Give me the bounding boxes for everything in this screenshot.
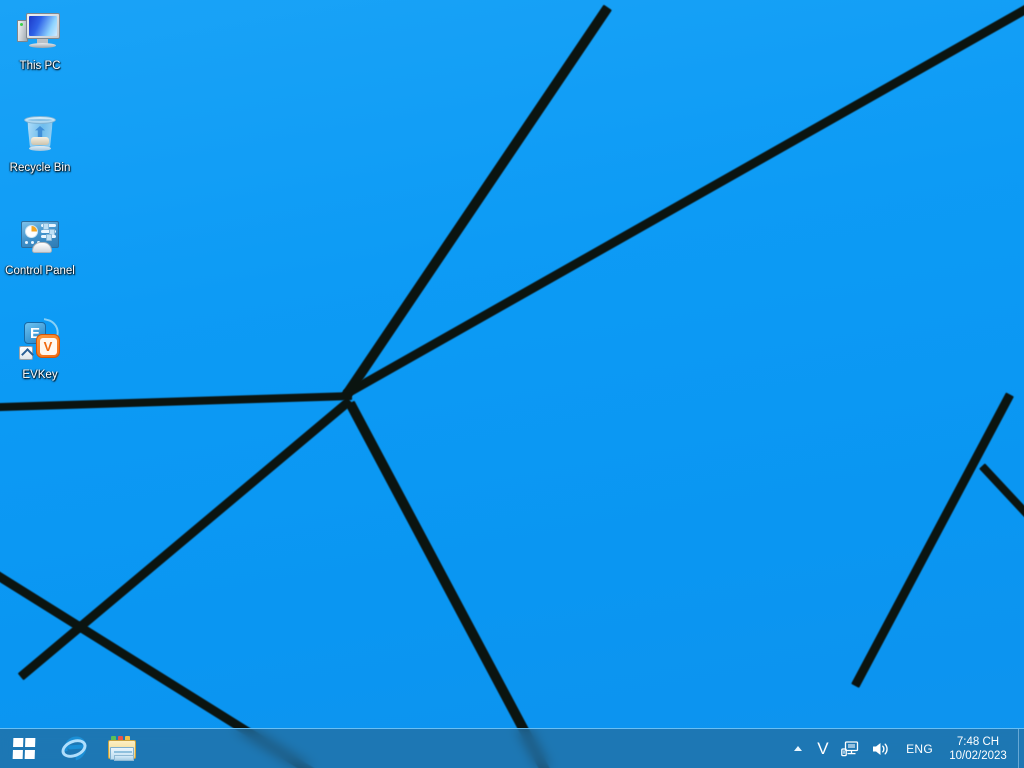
clock-date: 10/02/2023	[949, 749, 1007, 762]
wallpaper-image	[0, 0, 1024, 768]
evkey-shortcut-icon: E V	[16, 317, 64, 365]
tray-icon-volume[interactable]	[865, 729, 897, 768]
show-hidden-icons-button[interactable]	[784, 729, 811, 768]
chevron-up-icon	[794, 746, 803, 751]
file-explorer-icon	[107, 735, 137, 762]
desktop-icon-control-panel[interactable]: Control Panel	[0, 213, 80, 278]
desktop-icon-label: EVKey	[22, 369, 58, 381]
tray-icon-evkey[interactable]: V	[811, 729, 835, 768]
language-indicator[interactable]: ENG	[897, 742, 942, 756]
network-icon	[841, 740, 859, 756]
show-desktop-button[interactable]	[1018, 728, 1024, 768]
taskbar: V ENG 7:48 CH 10/02/2023	[0, 728, 1024, 768]
desktop-icon-label: Control Panel	[5, 265, 75, 277]
control-panel-icon	[16, 213, 64, 261]
taskbar-item-internet-explorer[interactable]	[52, 730, 96, 768]
evkey-tray-icon: V	[817, 739, 830, 758]
computer-icon	[16, 8, 64, 56]
desktop[interactable]: This PC Recycle Bin Control Panel E V EV…	[0, 0, 1024, 768]
desktop-icon-recycle-bin[interactable]: Recycle Bin	[0, 110, 80, 175]
clock[interactable]: 7:48 CH 10/02/2023	[942, 729, 1018, 768]
system-tray: V ENG 7:48 CH 10/02/2023	[784, 728, 1024, 768]
desktop-icon-this-pc[interactable]: This PC	[0, 8, 80, 73]
start-button[interactable]	[0, 729, 48, 768]
internet-explorer-icon	[58, 731, 92, 765]
clock-time: 7:48 CH	[956, 735, 1000, 748]
speaker-icon	[873, 742, 888, 755]
desktop-icon-label: Recycle Bin	[9, 162, 71, 174]
desktop-icon-label: This PC	[19, 60, 61, 72]
tray-icon-network[interactable]	[835, 729, 865, 768]
taskbar-item-file-explorer[interactable]	[100, 730, 144, 768]
recycle-bin-icon	[16, 110, 64, 158]
windows-logo-icon	[12, 738, 36, 759]
desktop-icon-evkey[interactable]: E V EVKey	[0, 317, 80, 382]
